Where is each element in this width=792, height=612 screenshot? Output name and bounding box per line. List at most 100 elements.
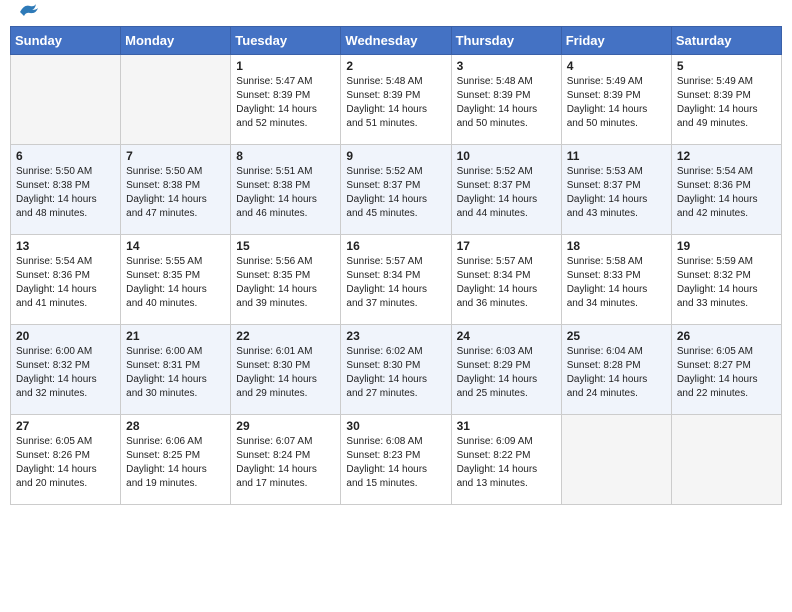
day-number: 24 <box>457 329 556 343</box>
day-number: 27 <box>16 419 115 433</box>
day-number: 13 <box>16 239 115 253</box>
calendar-cell: 21Sunrise: 6:00 AMSunset: 8:31 PMDayligh… <box>121 325 231 415</box>
day-number: 26 <box>677 329 776 343</box>
calendar-cell: 18 Sunrise: 5:58 AMSunset: 8:33 PMDayligh… <box>561 235 671 325</box>
day-number: 28 <box>126 419 225 433</box>
calendar-header-row: SundayMondayTuesdayWednesdayThursdayFrid… <box>11 27 782 55</box>
day-number: 4 <box>567 59 666 73</box>
header <box>10 10 782 18</box>
calendar-week-row: 13 Sunrise: 5:54 AMSunset: 8:36 PMDayligh… <box>11 235 782 325</box>
day-info: Sunrise: 5:57 AMSunset: 8:34 PMDaylight:… <box>346 255 445 311</box>
day-number: 6 <box>16 149 115 163</box>
day-info: Sunrise: 6:01 AMSunset: 8:30 PMDaylight:… <box>236 345 335 401</box>
calendar-cell: 19 Sunrise: 5:59 AMSunset: 8:32 PMDayligh… <box>671 235 781 325</box>
day-info: Sunrise: 5:52 AMSunset: 8:37 PMDaylight:… <box>457 165 556 221</box>
calendar-week-row: 6 Sunrise: 5:50 AMSunset: 8:38 PMDaylight… <box>11 145 782 235</box>
calendar-cell: 6 Sunrise: 5:50 AMSunset: 8:38 PMDaylight… <box>11 145 121 235</box>
day-number: 17 <box>457 239 556 253</box>
calendar-cell: 17 Sunrise: 5:57 AMSunset: 8:34 PMDayligh… <box>451 235 561 325</box>
day-info: Sunrise: 5:53 AMSunset: 8:37 PMDaylight:… <box>567 165 666 221</box>
calendar-cell: 13 Sunrise: 5:54 AMSunset: 8:36 PMDayligh… <box>11 235 121 325</box>
day-number: 3 <box>457 59 556 73</box>
day-info: Sunrise: 5:50 AMSunset: 8:38 PMDaylight:… <box>126 165 225 221</box>
day-number: 23 <box>346 329 445 343</box>
day-info: Sunrise: 5:54 AMSunset: 8:36 PMDaylight:… <box>16 255 115 311</box>
calendar-cell: 16 Sunrise: 5:57 AMSunset: 8:34 PMDayligh… <box>341 235 451 325</box>
day-number: 29 <box>236 419 335 433</box>
day-info: Sunrise: 5:52 AMSunset: 8:37 PMDaylight:… <box>346 165 445 221</box>
day-header-tuesday: Tuesday <box>231 27 341 55</box>
calendar-cell: 3 Sunrise: 5:48 AMSunset: 8:39 PMDaylight… <box>451 55 561 145</box>
day-number: 16 <box>346 239 445 253</box>
day-header-saturday: Saturday <box>671 27 781 55</box>
logo-bird-icon <box>16 2 40 22</box>
calendar-cell <box>561 415 671 505</box>
day-info: Sunrise: 6:02 AMSunset: 8:30 PMDaylight:… <box>346 345 445 401</box>
calendar-cell: 31 Sunrise: 6:09 AMSunset: 8:22 PMDayligh… <box>451 415 561 505</box>
day-info: Sunrise: 6:09 AMSunset: 8:22 PMDaylight:… <box>457 435 556 491</box>
day-info: Sunrise: 6:00 AMSunset: 8:31 PMDaylight:… <box>126 345 225 401</box>
day-number: 30 <box>346 419 445 433</box>
calendar-cell: 9Sunrise: 5:52 AMSunset: 8:37 PMDaylight… <box>341 145 451 235</box>
calendar-cell: 12 Sunrise: 5:54 AMSunset: 8:36 PMDayligh… <box>671 145 781 235</box>
day-number: 8 <box>236 149 335 163</box>
day-number: 31 <box>457 419 556 433</box>
day-info: Sunrise: 5:49 AMSunset: 8:39 PMDaylight:… <box>567 75 666 131</box>
day-info: Sunrise: 5:47 AMSunset: 8:39 PMDaylight:… <box>236 75 335 131</box>
calendar-cell: 8 Sunrise: 5:51 AMSunset: 8:38 PMDaylight… <box>231 145 341 235</box>
calendar-cell: 29 Sunrise: 6:07 AMSunset: 8:24 PMDayligh… <box>231 415 341 505</box>
day-number: 7 <box>126 149 225 163</box>
day-info: Sunrise: 6:00 AMSunset: 8:32 PMDaylight:… <box>16 345 115 401</box>
day-info: Sunrise: 5:55 AMSunset: 8:35 PMDaylight:… <box>126 255 225 311</box>
day-info: Sunrise: 5:54 AMSunset: 8:36 PMDaylight:… <box>677 165 776 221</box>
day-info: Sunrise: 5:49 AMSunset: 8:39 PMDaylight:… <box>677 75 776 131</box>
day-info: Sunrise: 5:59 AMSunset: 8:32 PMDaylight:… <box>677 255 776 311</box>
calendar: SundayMondayTuesdayWednesdayThursdayFrid… <box>10 26 782 505</box>
calendar-cell <box>11 55 121 145</box>
calendar-cell: 20 Sunrise: 6:00 AMSunset: 8:32 PMDayligh… <box>11 325 121 415</box>
calendar-cell: 7 Sunrise: 5:50 AMSunset: 8:38 PMDaylight… <box>121 145 231 235</box>
day-info: Sunrise: 6:05 AMSunset: 8:26 PMDaylight:… <box>16 435 115 491</box>
day-number: 18 <box>567 239 666 253</box>
calendar-cell: 23 Sunrise: 6:02 AMSunset: 8:30 PMDayligh… <box>341 325 451 415</box>
calendar-cell: 4 Sunrise: 5:49 AMSunset: 8:39 PMDaylight… <box>561 55 671 145</box>
day-header-wednesday: Wednesday <box>341 27 451 55</box>
day-info: Sunrise: 6:05 AMSunset: 8:27 PMDaylight:… <box>677 345 776 401</box>
day-info: Sunrise: 5:48 AMSunset: 8:39 PMDaylight:… <box>457 75 556 131</box>
day-number: 19 <box>677 239 776 253</box>
day-number: 5 <box>677 59 776 73</box>
day-info: Sunrise: 5:56 AMSunset: 8:35 PMDaylight:… <box>236 255 335 311</box>
day-number: 12 <box>677 149 776 163</box>
day-info: Sunrise: 6:04 AMSunset: 8:28 PMDaylight:… <box>567 345 666 401</box>
day-number: 15 <box>236 239 335 253</box>
calendar-cell: 26 Sunrise: 6:05 AMSunset: 8:27 PMDayligh… <box>671 325 781 415</box>
day-number: 25 <box>567 329 666 343</box>
day-number: 1 <box>236 59 335 73</box>
calendar-week-row: 1 Sunrise: 5:47 AMSunset: 8:39 PMDaylight… <box>11 55 782 145</box>
day-info: Sunrise: 5:48 AMSunset: 8:39 PMDaylight:… <box>346 75 445 131</box>
calendar-cell: 1 Sunrise: 5:47 AMSunset: 8:39 PMDaylight… <box>231 55 341 145</box>
calendar-cell: 10Sunrise: 5:52 AMSunset: 8:37 PMDayligh… <box>451 145 561 235</box>
day-info: Sunrise: 5:51 AMSunset: 8:38 PMDaylight:… <box>236 165 335 221</box>
day-number: 11 <box>567 149 666 163</box>
calendar-cell: 11 Sunrise: 5:53 AMSunset: 8:37 PMDayligh… <box>561 145 671 235</box>
calendar-cell: 22Sunrise: 6:01 AMSunset: 8:30 PMDayligh… <box>231 325 341 415</box>
day-info: Sunrise: 6:03 AMSunset: 8:29 PMDaylight:… <box>457 345 556 401</box>
day-info: Sunrise: 6:08 AMSunset: 8:23 PMDaylight:… <box>346 435 445 491</box>
calendar-cell: 2 Sunrise: 5:48 AMSunset: 8:39 PMDaylight… <box>341 55 451 145</box>
day-header-friday: Friday <box>561 27 671 55</box>
day-number: 2 <box>346 59 445 73</box>
calendar-cell: 30 Sunrise: 6:08 AMSunset: 8:23 PMDayligh… <box>341 415 451 505</box>
calendar-cell: 24 Sunrise: 6:03 AMSunset: 8:29 PMDayligh… <box>451 325 561 415</box>
day-info: Sunrise: 5:50 AMSunset: 8:38 PMDaylight:… <box>16 165 115 221</box>
calendar-week-row: 20 Sunrise: 6:00 AMSunset: 8:32 PMDayligh… <box>11 325 782 415</box>
day-number: 20 <box>16 329 115 343</box>
day-info: Sunrise: 5:58 AMSunset: 8:33 PMDaylight:… <box>567 255 666 311</box>
day-number: 14 <box>126 239 225 253</box>
day-info: Sunrise: 6:07 AMSunset: 8:24 PMDaylight:… <box>236 435 335 491</box>
calendar-cell <box>121 55 231 145</box>
calendar-cell <box>671 415 781 505</box>
day-header-sunday: Sunday <box>11 27 121 55</box>
day-header-thursday: Thursday <box>451 27 561 55</box>
day-info: Sunrise: 5:57 AMSunset: 8:34 PMDaylight:… <box>457 255 556 311</box>
